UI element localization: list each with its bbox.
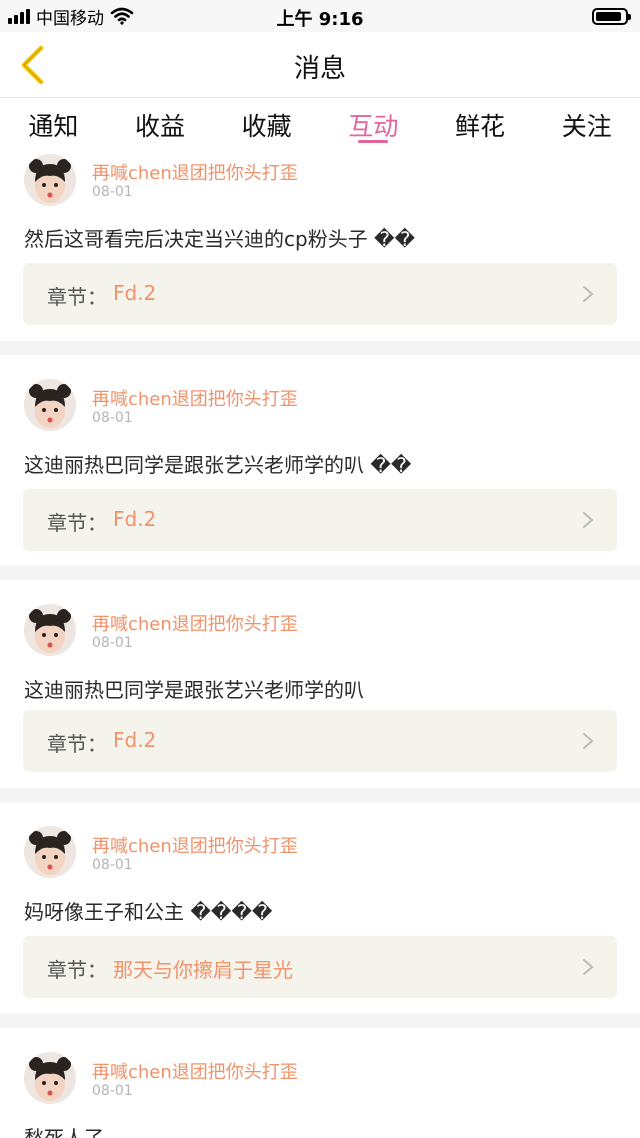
battery-icon bbox=[592, 8, 631, 25]
status-time: 上午 9:16 bbox=[276, 9, 364, 30]
message-item[interactable]: 再喊chen退团把你头打歪 08-01 愁死人了 bbox=[0, 1014, 640, 1138]
tab-flowers[interactable]: 鲜花 bbox=[427, 99, 534, 147]
chevron-right-icon bbox=[583, 286, 594, 302]
avatar[interactable] bbox=[24, 379, 76, 431]
avatar-image bbox=[24, 1052, 76, 1104]
avatar[interactable] bbox=[24, 826, 76, 878]
message-item[interactable]: 再喊chen退团把你头打歪 08-01 然后这哥看完后决定当兴迪的cp粉头子 �… bbox=[0, 147, 640, 341]
message-item[interactable]: 再喊chen退团把你头打歪 08-01 这迪丽热巴同学是跟张艺兴老师学的叭 ��… bbox=[0, 341, 640, 566]
tab-favorites[interactable]: 收藏 bbox=[213, 99, 320, 147]
user-name[interactable]: 再喊chen退团把你头打歪 bbox=[92, 832, 298, 858]
chapter-label: 章节： bbox=[47, 511, 107, 535]
user-name[interactable]: 再喊chen退团把你头打歪 bbox=[92, 610, 298, 636]
chapter-label: 章节： bbox=[47, 958, 107, 982]
chevron-right-icon bbox=[583, 959, 594, 975]
avatar-image bbox=[24, 826, 76, 878]
chapter-name: Fd.2 bbox=[113, 281, 157, 305]
message-date: 08-01 bbox=[92, 410, 133, 426]
chapter-link[interactable]: 章节： Fd.2 bbox=[23, 710, 617, 772]
tab-notifications[interactable]: 通知 bbox=[0, 99, 107, 147]
message-date: 08-01 bbox=[92, 857, 133, 873]
chapter-link[interactable]: 章节： Fd.2 bbox=[23, 489, 617, 551]
chapter-name: Fd.2 bbox=[113, 507, 157, 531]
user-name[interactable]: 再喊chen退团把你头打歪 bbox=[92, 385, 298, 411]
chevron-right-icon bbox=[583, 733, 594, 749]
avatar-image bbox=[24, 604, 76, 656]
avatar-image bbox=[24, 379, 76, 431]
avatar-image bbox=[24, 154, 76, 206]
message-content: 妈呀像王子和公主 ���� bbox=[24, 900, 273, 924]
message-date: 08-01 bbox=[92, 635, 133, 651]
tab-earnings[interactable]: 收益 bbox=[107, 99, 214, 147]
chapter-link[interactable]: 章节： 那天与你擦肩于星光 bbox=[23, 936, 617, 998]
message-content: 然后这哥看完后决定当兴迪的cp粉头子 �� bbox=[24, 227, 416, 251]
chapter-link[interactable]: 章节： Fd.2 bbox=[23, 263, 617, 325]
message-date: 08-01 bbox=[92, 184, 133, 200]
tab-bar: 通知 收益 收藏 互动 鲜花 关注 bbox=[0, 99, 640, 147]
user-name[interactable]: 再喊chen退团把你头打歪 bbox=[92, 1058, 298, 1084]
message-list: 再喊chen退团把你头打歪 08-01 然后这哥看完后决定当兴迪的cp粉头子 �… bbox=[0, 147, 640, 1138]
avatar[interactable] bbox=[24, 1052, 76, 1104]
message-content: 这迪丽热巴同学是跟张艺兴老师学的叭 bbox=[24, 678, 364, 702]
message-date: 08-01 bbox=[92, 1083, 133, 1099]
chapter-label: 章节： bbox=[47, 732, 107, 756]
user-name[interactable]: 再喊chen退团把你头打歪 bbox=[92, 159, 298, 185]
tab-interactions[interactable]: 互动 bbox=[320, 99, 427, 147]
message-item[interactable]: 再喊chen退团把你头打歪 08-01 妈呀像王子和公主 ���� 章节： 那天… bbox=[0, 788, 640, 1014]
tab-following[interactable]: 关注 bbox=[533, 99, 640, 147]
chapter-name: Fd.2 bbox=[113, 728, 157, 752]
page-title: 消息 bbox=[293, 54, 346, 84]
chapter-label: 章节： bbox=[47, 285, 107, 309]
nav-bar: 消息 bbox=[0, 32, 640, 98]
message-content: 这迪丽热巴同学是跟张艺兴老师学的叭 �� bbox=[24, 453, 412, 477]
avatar[interactable] bbox=[24, 154, 76, 206]
battery-level bbox=[596, 12, 622, 21]
message-item[interactable]: 再喊chen退团把你头打歪 08-01 这迪丽热巴同学是跟张艺兴老师学的叭 章节… bbox=[0, 566, 640, 788]
chevron-right-icon bbox=[583, 512, 594, 528]
chapter-name: 那天与你擦肩于星光 bbox=[113, 958, 293, 982]
avatar[interactable] bbox=[24, 604, 76, 656]
status-bar: 中国移动 上午 9:16 bbox=[0, 0, 640, 32]
message-content: 愁死人了 bbox=[24, 1126, 104, 1138]
